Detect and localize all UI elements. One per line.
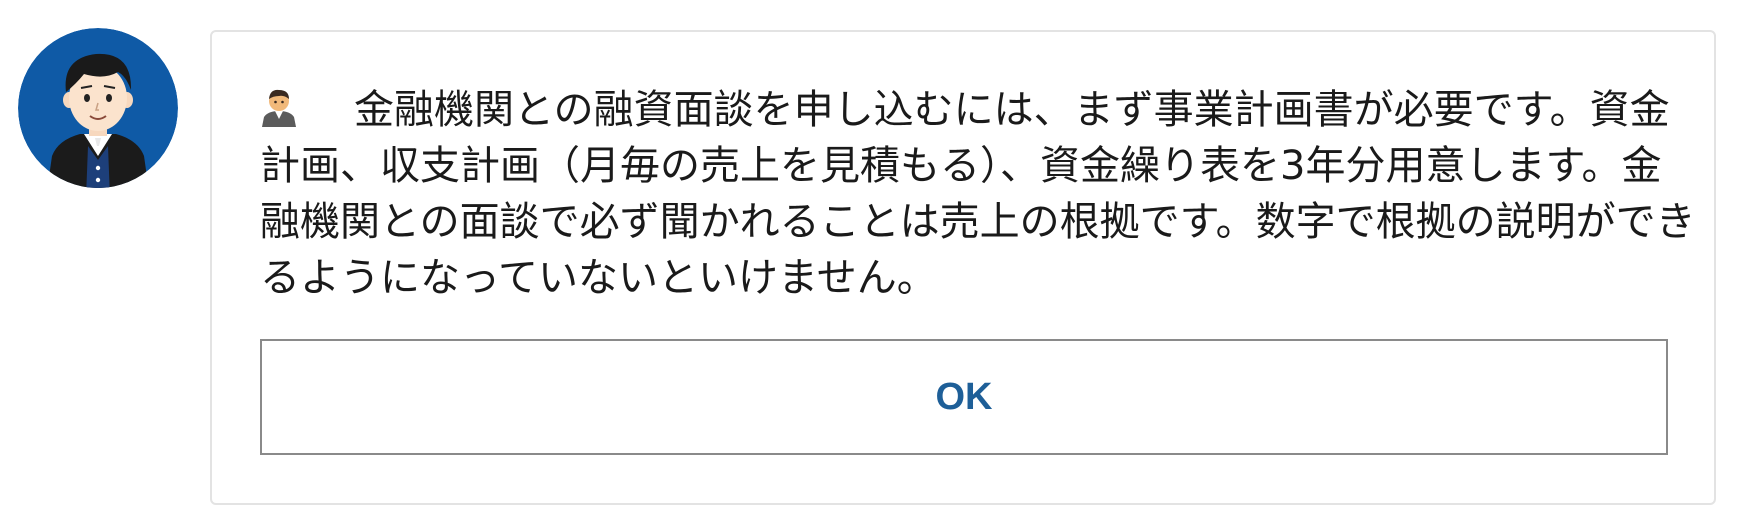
- message-dialog: 金融機関との融資面談を申し込むには、まず事業計画書が必要です。資金計画、収支計画…: [210, 30, 1716, 505]
- dialog-message-body: 金融機関との融資面談を申し込むには、まず事業計画書が必要です。資金計画、収支計画…: [260, 87, 1696, 301]
- dialog-message-text: 金融機関との融資面談を申し込むには、まず事業計画書が必要です。資金計画、収支計画…: [260, 82, 1700, 306]
- person-emoji-icon: [260, 86, 298, 127]
- character-avatar: [18, 28, 178, 188]
- ok-button[interactable]: OK: [260, 339, 1668, 455]
- businessman-avatar-icon: [18, 28, 178, 188]
